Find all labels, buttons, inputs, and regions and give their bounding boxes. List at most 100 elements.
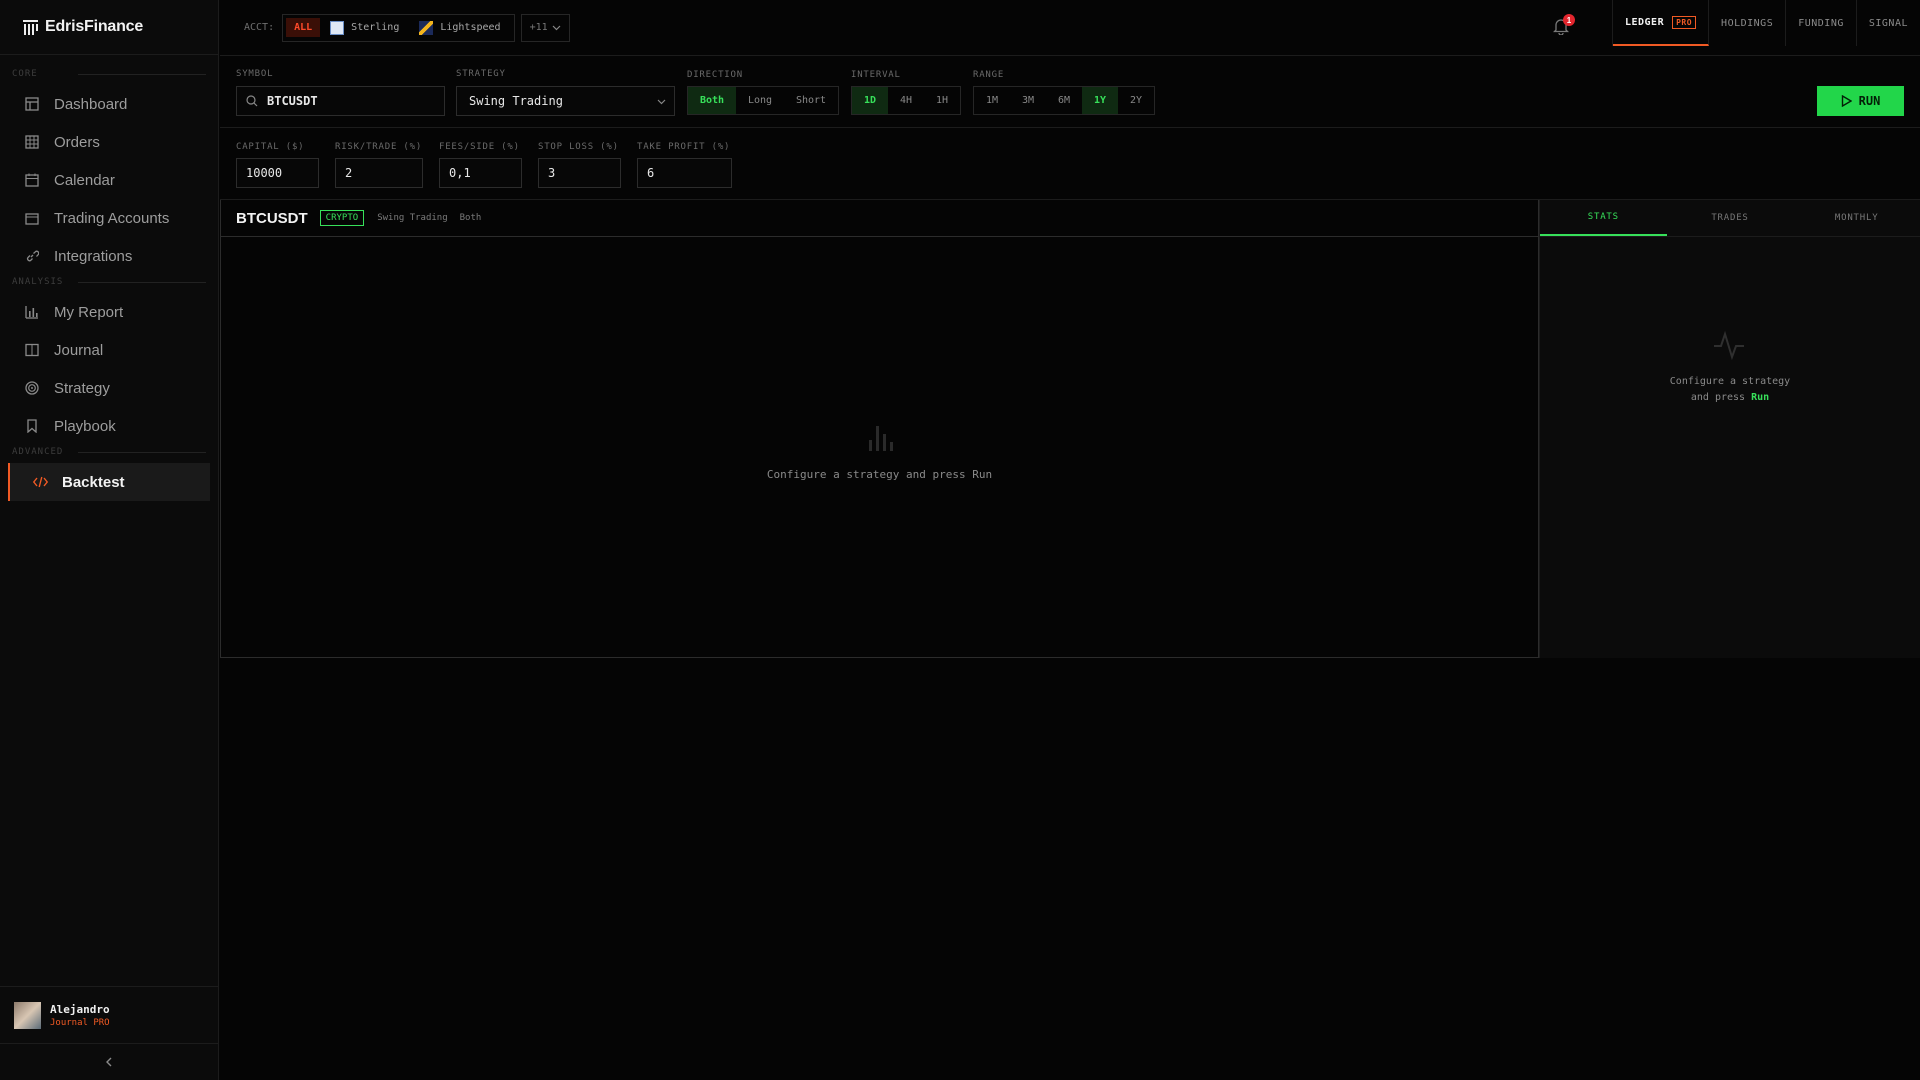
asset-class-badge: CRYPTO — [319, 210, 365, 226]
interval-1d[interactable]: 1D — [852, 87, 888, 114]
sidebar-item-playbook[interactable]: Playbook — [0, 407, 218, 445]
tab-monthly[interactable]: MONTHLY — [1793, 200, 1920, 236]
bar-chart-icon — [24, 304, 40, 320]
range-1m[interactable]: 1M — [974, 87, 1010, 114]
acct-chip-sterling[interactable]: Sterling — [320, 20, 409, 35]
tab-ledger[interactable]: LEDGER PRO — [1612, 0, 1710, 46]
dashboard-icon — [24, 96, 40, 112]
direction-short[interactable]: Short — [784, 87, 838, 114]
empty-run-link: Run — [1751, 392, 1770, 403]
capital-input[interactable]: 10000 — [236, 158, 319, 188]
sidebar-item-trading-accounts[interactable]: Trading Accounts — [0, 199, 218, 237]
risk-input[interactable]: 2 — [335, 158, 423, 188]
run-label: RUN — [1858, 94, 1881, 108]
play-icon — [1841, 95, 1852, 107]
take-profit-input[interactable]: 6 — [637, 158, 732, 188]
user-plan: Journal PRO — [50, 1017, 110, 1028]
direction-both[interactable]: Both — [688, 87, 736, 114]
interval-label: INTERVAL — [851, 70, 901, 80]
strategy-select[interactable]: Swing Trading — [456, 86, 675, 116]
notification-badge: 1 — [1563, 14, 1575, 26]
tab-funding[interactable]: FUNDING — [1786, 0, 1857, 46]
sidebar-item-orders[interactable]: Orders — [0, 123, 218, 161]
range-2y[interactable]: 2Y — [1118, 87, 1154, 114]
range-1y[interactable]: 1Y — [1082, 87, 1118, 114]
brand[interactable]: EdrisFinance — [0, 0, 218, 55]
sidebar-item-backtest[interactable]: Backtest — [8, 463, 210, 501]
sidebar-item-journal[interactable]: Journal — [0, 331, 218, 369]
avatar — [14, 1001, 41, 1029]
fees-label: FEES/SIDE (%) — [439, 142, 520, 152]
capital-value: 10000 — [246, 166, 283, 180]
sidebar-item-label: My Report — [54, 303, 124, 321]
capital-label: CAPITAL ($) — [236, 142, 305, 152]
empty-line-1: Configure a strategy — [1669, 376, 1791, 387]
backtest-chart-panel: BTCUSDT CRYPTO Swing Trading Both Config… — [220, 200, 1539, 658]
symbol-input[interactable]: BTCUSDT — [236, 86, 445, 116]
sidebar-item-my-report[interactable]: My Report — [0, 293, 218, 331]
sidebar-item-label: Trading Accounts — [54, 209, 170, 227]
sidebar-item-label: Calendar — [54, 171, 115, 189]
brand-name: EdrisFinance — [45, 18, 144, 35]
direction-long[interactable]: Long — [736, 87, 784, 114]
symbol-label: SYMBOL — [236, 69, 274, 79]
sidebar-item-calendar[interactable]: Calendar — [0, 161, 218, 199]
tab-stats[interactable]: STATS — [1540, 200, 1667, 236]
run-button[interactable]: RUN — [1817, 86, 1904, 116]
strategy-label: STRATEGY — [456, 69, 506, 79]
fees-input[interactable]: 0,1 — [439, 158, 522, 188]
activity-icon — [1714, 330, 1744, 360]
tab-label: FUNDING — [1798, 17, 1844, 29]
sidebar-item-strategy[interactable]: Strategy — [0, 369, 218, 407]
bookmark-icon — [24, 418, 40, 434]
results-panel: STATS TRADES MONTHLY Configure a strateg… — [1539, 200, 1920, 658]
sidebar-item-dashboard[interactable]: Dashboard — [0, 85, 218, 123]
tab-signal[interactable]: SIGNAL — [1857, 0, 1920, 46]
interval-1h[interactable]: 1H — [924, 87, 960, 114]
tab-label: LEDGER — [1624, 16, 1665, 28]
sidebar-item-label: Playbook — [54, 417, 116, 435]
results-empty-state: Configure a strategy and press Run — [1540, 374, 1920, 406]
range-toggle: 1M 3M 6M 1Y 2Y — [973, 86, 1155, 115]
interval-toggle: 1D 4H 1H — [851, 86, 961, 115]
acct-all-button[interactable]: ALL — [286, 18, 321, 37]
tab-trades[interactable]: TRADES — [1667, 200, 1794, 236]
section-label-advanced: ADVANCED — [0, 445, 218, 459]
stop-loss-input[interactable]: 3 — [538, 158, 621, 188]
code-icon — [32, 474, 48, 490]
acct-chip-label: Lightspeed — [440, 22, 501, 33]
sidebar-item-label: Journal — [54, 341, 104, 359]
book-icon — [24, 342, 40, 358]
stop-loss-label: STOP LOSS (%) — [538, 142, 619, 152]
account-filter: ALL Sterling Lightspeed — [282, 13, 515, 42]
section-label-core: CORE — [0, 67, 218, 81]
range-6m[interactable]: 6M — [1046, 87, 1082, 114]
more-accounts-label: +11 — [529, 22, 548, 33]
sidebar-item-integrations[interactable]: Integrations — [0, 237, 218, 275]
risk-label: RISK/TRADE (%) — [335, 142, 423, 152]
chevron-left-icon — [106, 1057, 112, 1067]
strategy-value: Swing Trading — [469, 94, 563, 108]
link-icon — [24, 248, 40, 264]
empty-line-2: and press Run — [1540, 390, 1920, 406]
sidebar-item-label: Integrations — [54, 247, 133, 265]
acct-chip-lightspeed[interactable]: Lightspeed — [409, 20, 510, 35]
range-3m[interactable]: 3M — [1010, 87, 1046, 114]
take-profit-label: TAKE PROFIT (%) — [637, 142, 731, 152]
sidebar: EdrisFinance CORE Dashboard Orders Calen… — [0, 0, 219, 1080]
sterling-logo-icon — [330, 20, 345, 35]
collapse-sidebar-button[interactable] — [0, 1044, 218, 1080]
chevron-down-icon — [552, 25, 561, 30]
user-profile[interactable]: Alejandro Journal PRO — [0, 986, 218, 1044]
chevron-down-icon — [657, 99, 666, 105]
tab-holdings[interactable]: HOLDINGS — [1709, 0, 1787, 46]
chart-direction: Both — [459, 213, 482, 223]
interval-4h[interactable]: 4H — [888, 87, 924, 114]
tab-label: HOLDINGS — [1721, 17, 1774, 29]
acct-chip-label: Sterling — [351, 22, 400, 33]
more-accounts-dropdown[interactable]: +11 — [520, 13, 570, 42]
logo-icon — [23, 19, 38, 35]
empty-state-text: Configure a strategy and press Run — [766, 468, 993, 481]
range-label: RANGE — [973, 70, 1005, 80]
section-label-analysis: ANALYSIS — [0, 275, 218, 289]
